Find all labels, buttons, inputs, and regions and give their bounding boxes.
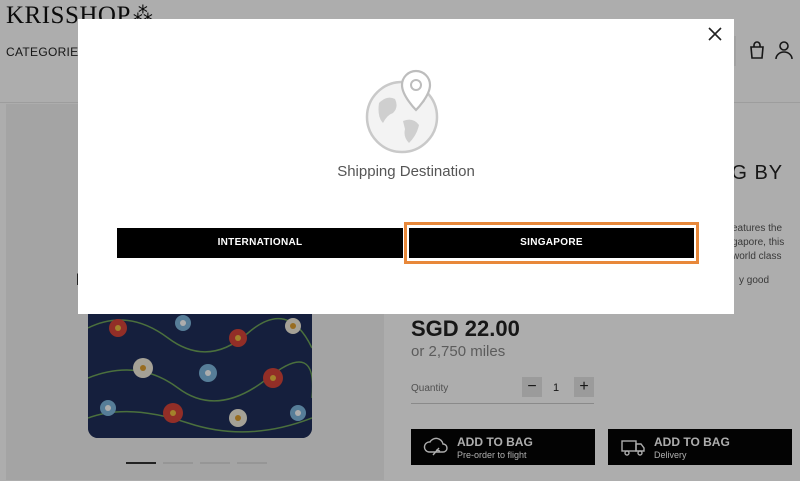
international-button[interactable]: INTERNATIONAL <box>117 228 403 258</box>
shipping-destination-modal: Shipping Destination INTERNATIONAL SINGA… <box>78 19 734 314</box>
modal-title: Shipping Destination <box>337 163 475 180</box>
globe-location-icon <box>365 69 439 154</box>
singapore-button[interactable]: SINGAPORE <box>409 228 694 258</box>
close-icon[interactable] <box>706 25 724 43</box>
